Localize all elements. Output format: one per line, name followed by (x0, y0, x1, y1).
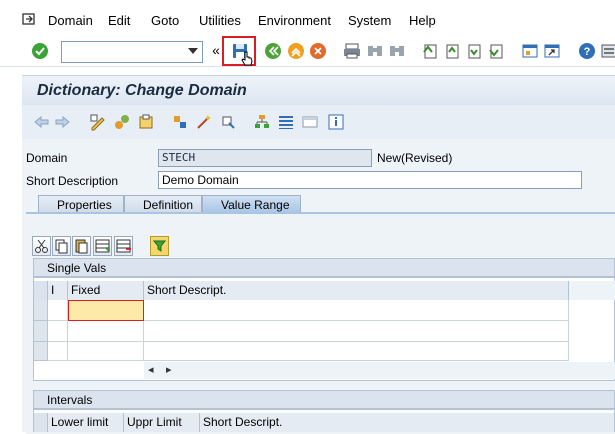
column-header-lower-limit[interactable]: Lower limit (48, 413, 124, 432)
column-header-short-descript-intervals[interactable]: Short Descript. (200, 413, 615, 432)
fixed-value-cell-selected[interactable] (68, 300, 144, 321)
cancel-icon[interactable] (309, 42, 327, 60)
application-toolbar (22, 105, 615, 140)
table-cell[interactable] (48, 300, 68, 321)
technical-settings-icon[interactable] (301, 113, 319, 131)
short-description-label: Short Description (26, 174, 119, 188)
help-icon[interactable]: ? (578, 42, 596, 60)
where-used-icon[interactable] (219, 113, 237, 131)
shortcut-icon[interactable] (543, 42, 561, 60)
menu-goto[interactable]: Goto (151, 13, 179, 28)
insert-row-icon[interactable] (93, 236, 112, 256)
activate-icon[interactable] (171, 113, 189, 131)
row-selector[interactable] (34, 321, 48, 342)
next-page-icon[interactable] (465, 42, 483, 60)
table-cell[interactable] (144, 321, 569, 342)
find-icon[interactable] (366, 42, 384, 60)
column-header-short-descript[interactable]: Short Descript. (144, 281, 569, 300)
svg-text:?: ? (584, 46, 591, 58)
layout-menu-icon[interactable] (600, 42, 615, 60)
table-cell[interactable] (48, 321, 68, 342)
short-description-field[interactable]: Demo Domain (158, 171, 582, 189)
menu-environment[interactable]: Environment (258, 13, 331, 28)
domain-field[interactable]: STECH (158, 149, 372, 167)
menu-domain[interactable]: Domain (48, 13, 93, 28)
row-selector[interactable] (34, 300, 48, 321)
forward-arrow-icon[interactable] (54, 113, 72, 131)
row-select-all[interactable] (34, 281, 48, 300)
single-vals-header: Single Vals (33, 258, 615, 277)
menu-help[interactable]: Help (409, 13, 436, 28)
collapse-toolbar-icon[interactable]: « (210, 41, 222, 59)
find-next-icon[interactable] (388, 42, 406, 60)
menu-icon[interactable] (22, 12, 36, 26)
table-cell[interactable] (68, 321, 144, 342)
page-title: Dictionary: Change Domain (37, 82, 247, 99)
menu-system[interactable]: System (348, 13, 391, 28)
horizontal-scrollbar[interactable]: ◂ ▸ (144, 362, 615, 379)
table-cell[interactable] (144, 300, 569, 321)
mouse-cursor-icon (240, 51, 254, 67)
back-arrow-icon[interactable] (32, 113, 50, 131)
scroll-left-icon[interactable]: ◂ (148, 363, 154, 376)
table-cell[interactable] (48, 342, 68, 361)
info-icon[interactable] (327, 113, 345, 131)
list-icon[interactable] (277, 113, 295, 131)
back-icon[interactable] (264, 42, 282, 60)
column-header-fixed[interactable]: Fixed (68, 281, 144, 300)
paste-icon[interactable] (72, 236, 91, 256)
cut-icon[interactable] (32, 236, 51, 256)
domain-label: Domain (26, 151, 68, 165)
magic-wand-icon[interactable] (195, 113, 213, 131)
new-session-icon[interactable] (521, 42, 539, 60)
title-bar: Dictionary: Change Domain (22, 75, 615, 106)
other-object-icon[interactable] (113, 113, 131, 131)
command-dropdown-icon[interactable] (188, 48, 198, 54)
tab-value-range[interactable]: Value Range (202, 195, 301, 213)
delete-row-icon[interactable] (114, 236, 133, 256)
table-cell[interactable] (144, 342, 569, 361)
display-change-icon[interactable] (89, 113, 107, 131)
filter-icon[interactable] (150, 236, 169, 256)
table-spacer (569, 281, 615, 300)
first-page-icon[interactable] (421, 42, 439, 60)
domain-status: New(Revised) (377, 151, 453, 165)
intervals-header: Intervals (33, 390, 615, 409)
copy-icon[interactable] (52, 236, 71, 256)
print-icon[interactable] (343, 42, 361, 60)
exit-icon[interactable] (287, 42, 305, 60)
tab-properties[interactable]: Properties (38, 195, 124, 213)
column-header-i[interactable]: I (48, 281, 68, 300)
tab-definition[interactable]: Definition (124, 195, 202, 213)
last-page-icon[interactable] (487, 42, 505, 60)
previous-page-icon[interactable] (443, 42, 461, 60)
menu-bar: Domain Edit Goto Utilities Environment S… (0, 0, 615, 38)
enter-check-icon[interactable] (31, 42, 49, 60)
check-object-icon[interactable] (137, 113, 155, 131)
menu-utilities[interactable]: Utilities (199, 13, 241, 28)
hierarchy-icon[interactable] (253, 113, 271, 131)
menu-edit[interactable]: Edit (108, 13, 130, 28)
column-header-upper-limit[interactable]: Uppr Limit (124, 413, 200, 432)
command-field[interactable] (61, 41, 203, 63)
scroll-right-icon[interactable]: ▸ (166, 363, 172, 376)
intervals-select-all[interactable] (34, 413, 48, 432)
table-cell[interactable] (68, 342, 144, 361)
row-selector[interactable] (34, 342, 48, 361)
